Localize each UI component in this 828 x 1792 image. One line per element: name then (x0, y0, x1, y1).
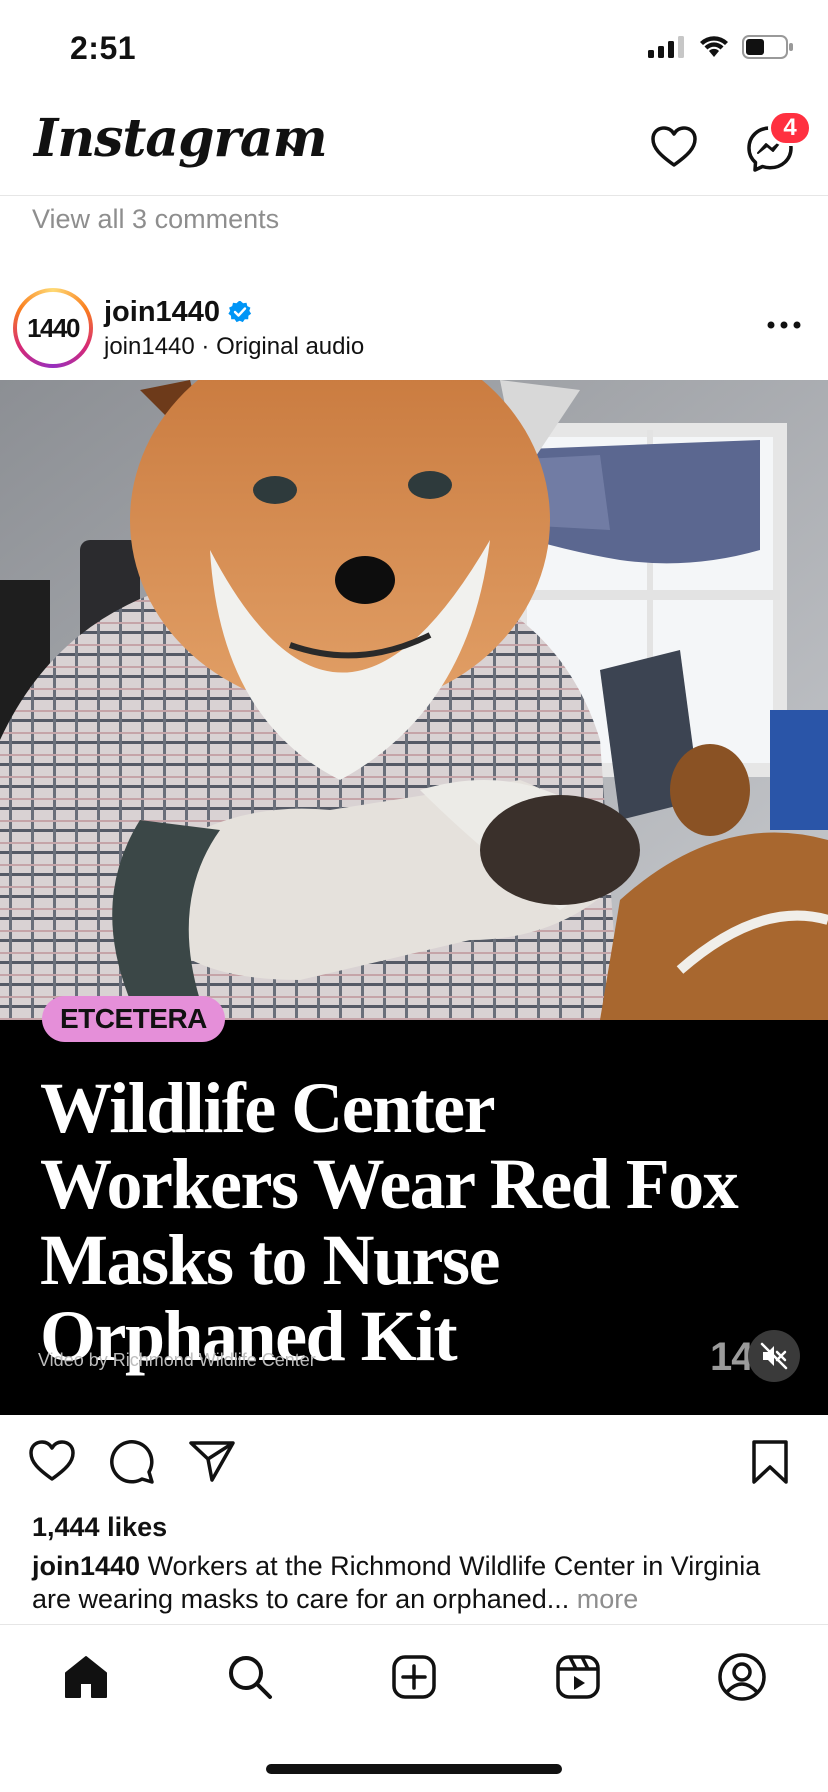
avatar[interactable]: 1440 (13, 288, 93, 368)
post-photo (0, 380, 828, 1020)
likes-count[interactable]: 1,444 likes (32, 1512, 167, 1543)
like-heart-icon[interactable] (28, 1439, 76, 1483)
post-header: 1440 join1440 join1440 · Original audio (0, 280, 828, 380)
share-send-icon[interactable] (188, 1439, 236, 1483)
home-icon (65, 1656, 107, 1698)
view-all-comments-link[interactable]: View all 3 comments (32, 204, 279, 235)
post-media[interactable]: ETCETERA Wildlife Center Workers Wear Re… (0, 380, 828, 1415)
profile-icon (718, 1653, 766, 1701)
comment-icon[interactable] (108, 1439, 156, 1485)
messages-badge: 4 (768, 110, 812, 146)
chevron-down-icon[interactable] (282, 138, 306, 154)
search-icon (229, 1656, 272, 1699)
verified-badge-icon (228, 301, 252, 323)
post-subtitle[interactable]: join1440 · Original audio (104, 333, 364, 361)
create-post-icon (392, 1655, 436, 1699)
caption-username[interactable]: join1440 (32, 1551, 140, 1581)
post-headline: Wildlife Center Workers Wear Red Fox Mas… (40, 1068, 739, 1376)
status-icons (648, 34, 794, 60)
app-header: Instagram 4 (0, 100, 828, 196)
avatar-text: 1440 (27, 312, 80, 343)
home-indicator (266, 1764, 562, 1774)
mute-button[interactable] (748, 1330, 800, 1382)
tab-search[interactable] (222, 1649, 278, 1705)
caption-more-link[interactable]: more (569, 1584, 639, 1614)
status-time: 2:51 (70, 30, 137, 66)
tab-create[interactable] (386, 1649, 442, 1705)
caption-text: Workers at the Richmond Wildlife Center … (32, 1551, 761, 1614)
brand-watermark: 14 (710, 1335, 753, 1379)
avatar-image: 1440 (17, 292, 89, 364)
wifi-icon (700, 36, 728, 57)
reels-icon (556, 1655, 600, 1699)
tab-reels[interactable] (550, 1649, 606, 1705)
status-bar: 2:51 (0, 0, 828, 100)
battery-icon (742, 35, 793, 59)
bottom-tab-bar (0, 1624, 828, 1744)
tab-profile[interactable] (714, 1649, 770, 1705)
notifications-heart-icon[interactable] (650, 125, 698, 169)
speaker-muted-icon (760, 1342, 788, 1370)
category-tag: ETCETERA (42, 996, 225, 1042)
tab-home[interactable] (58, 1649, 114, 1705)
video-credit: Video by Richmond Wildlife Center (38, 1350, 316, 1370)
save-bookmark-icon[interactable] (750, 1439, 790, 1485)
post-actions (0, 1415, 828, 1511)
more-options-icon[interactable] (766, 320, 802, 330)
post-username[interactable]: join1440 (104, 296, 220, 329)
post-caption[interactable]: join1440 Workers at the Richmond Wildlif… (32, 1550, 802, 1616)
cellular-signal-icon (648, 36, 684, 58)
